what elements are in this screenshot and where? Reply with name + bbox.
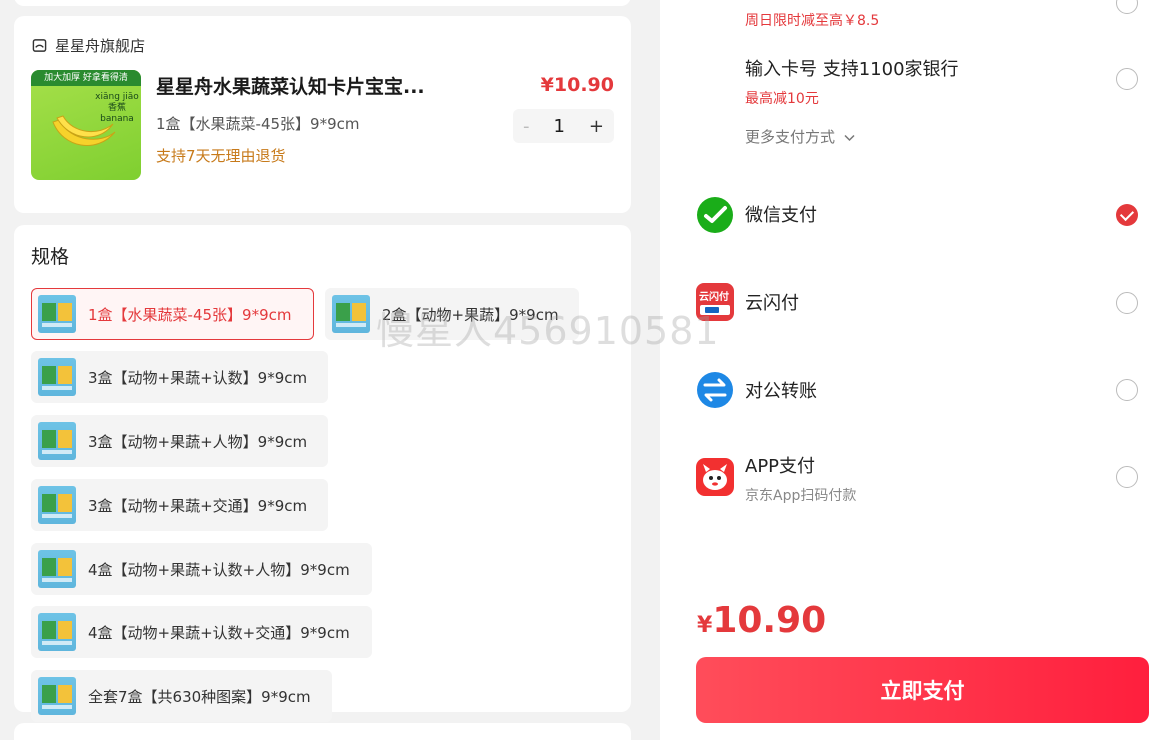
spec-option-2[interactable]: 2盒【动物+果蔬】9*9cm (325, 288, 579, 340)
radio-card-input[interactable] (1116, 68, 1138, 90)
product-spec: 1盒【水果蔬菜-45张】9*9cm (156, 115, 360, 133)
next-card (14, 723, 631, 740)
increase-button[interactable]: + (589, 116, 604, 137)
spec-option-4[interactable]: 3盒【动物+果蔬+人物】9*9cm (31, 415, 328, 467)
thumbnail-banner: 加大加厚 好拿看得清 (31, 70, 141, 86)
spec-thumb (332, 295, 370, 333)
banana-image (52, 115, 116, 146)
wechat-pay-label[interactable]: 微信支付 (745, 201, 817, 227)
spec-option-5[interactable]: 3盒【动物+果蔬+交通】9*9cm (31, 479, 328, 531)
previous-card (14, 0, 631, 6)
spec-thumb (38, 550, 76, 588)
transfer-icon (697, 372, 733, 408)
radio-unionpay[interactable] (1116, 292, 1138, 314)
spec-option-label: 4盒【动物+果蔬+认数+交通】9*9cm (88, 623, 350, 642)
spec-thumb (38, 358, 76, 396)
product-thumbnail[interactable]: 加大加厚 好拿看得清 xiāng jiāo 香蕉 banana (31, 70, 141, 180)
more-payment-label: 更多支付方式 (745, 128, 836, 146)
card-input-label[interactable]: 输入卡号 支持1100家银行 (745, 55, 959, 81)
spec-option-label: 2盒【动物+果蔬】9*9cm (382, 305, 559, 324)
spec-option-label: 3盒【动物+果蔬+认数】9*9cm (88, 368, 308, 387)
order-card: 星星舟旗舰店 加大加厚 好拿看得清 xiāng jiāo 香蕉 banana 星… (14, 16, 631, 213)
chevron-down-icon (844, 134, 855, 142)
card-input-promo: 最高减10元 (745, 91, 819, 107)
shop-name: 星星舟旗舰店 (55, 37, 146, 55)
spec-thumb (38, 677, 76, 715)
spec-option-8[interactable]: 全套7盒【共630种图案】9*9cm (31, 670, 332, 722)
spec-title: 规格 (31, 246, 70, 268)
spec-thumb (38, 295, 76, 333)
spec-option-label: 3盒【动物+果蔬+交通】9*9cm (88, 496, 308, 515)
more-payment-methods[interactable]: 更多支付方式 (745, 126, 855, 147)
wechat-pay-icon (697, 197, 733, 233)
total-amount: ¥10.90 (697, 600, 826, 641)
currency-symbol: ¥ (697, 613, 713, 638)
product-title[interactable]: 星星舟水果蔬菜认知卡片宝宝... (156, 72, 436, 99)
decrease-button[interactable]: - (523, 116, 530, 137)
order-pane: 星星舟旗舰店 加大加厚 好拿看得清 xiāng jiāo 香蕉 banana 星… (0, 0, 660, 740)
spec-option-1[interactable]: 1盒【水果蔬菜-45张】9*9cm (31, 288, 314, 340)
spec-card: 规格 1盒【水果蔬菜-45张】9*9cm 2盒【动物+果蔬】9*9cm 3盒【动… (14, 225, 631, 722)
total-value: 10.90 (712, 600, 827, 641)
spec-option-label: 3盒【动物+果蔬+人物】9*9cm (88, 432, 308, 451)
jd-app-icon (696, 458, 734, 496)
spec-option-label: 4盒【动物+果蔬+认数+人物】9*9cm (88, 560, 350, 579)
app-pay-label[interactable]: APP支付 (745, 452, 815, 478)
spec-thumb (38, 422, 76, 460)
spec-option-3[interactable]: 3盒【动物+果蔬+认数】9*9cm (31, 351, 328, 403)
spec-option-7[interactable]: 4盒【动物+果蔬+认数+交通】9*9cm (31, 606, 372, 658)
return-policy: 支持7天无理由退货 (156, 147, 286, 165)
shop-row[interactable]: 星星舟旗舰店 (32, 35, 145, 56)
shop-icon (32, 39, 47, 52)
spec-option-label: 1盒【水果蔬菜-45张】9*9cm (88, 305, 292, 324)
unionpay-label[interactable]: 云闪付 (745, 289, 799, 315)
quantity-value[interactable]: 1 (553, 116, 564, 137)
promo-limited-discount: 周日限时减至高￥8.5 (745, 13, 880, 29)
radio-transfer[interactable] (1116, 379, 1138, 401)
pay-now-button[interactable]: 立即支付 (696, 657, 1149, 723)
spec-option-label: 全套7盒【共630种图案】9*9cm (88, 687, 311, 706)
radio-wechat-pay[interactable] (1116, 204, 1138, 226)
transfer-label[interactable]: 对公转账 (745, 377, 817, 403)
product-price: ¥10.90 (540, 74, 614, 96)
quantity-stepper: - 1 + (513, 109, 614, 143)
app-pay-sub: 京东App扫码付款 (745, 488, 857, 504)
spec-option-6[interactable]: 4盒【动物+果蔬+认数+人物】9*9cm (31, 543, 372, 595)
spec-thumb (38, 613, 76, 651)
unionpay-icon-text: 云闪付 (699, 292, 729, 303)
spec-thumb (38, 486, 76, 524)
radio-app-pay[interactable] (1116, 466, 1138, 488)
